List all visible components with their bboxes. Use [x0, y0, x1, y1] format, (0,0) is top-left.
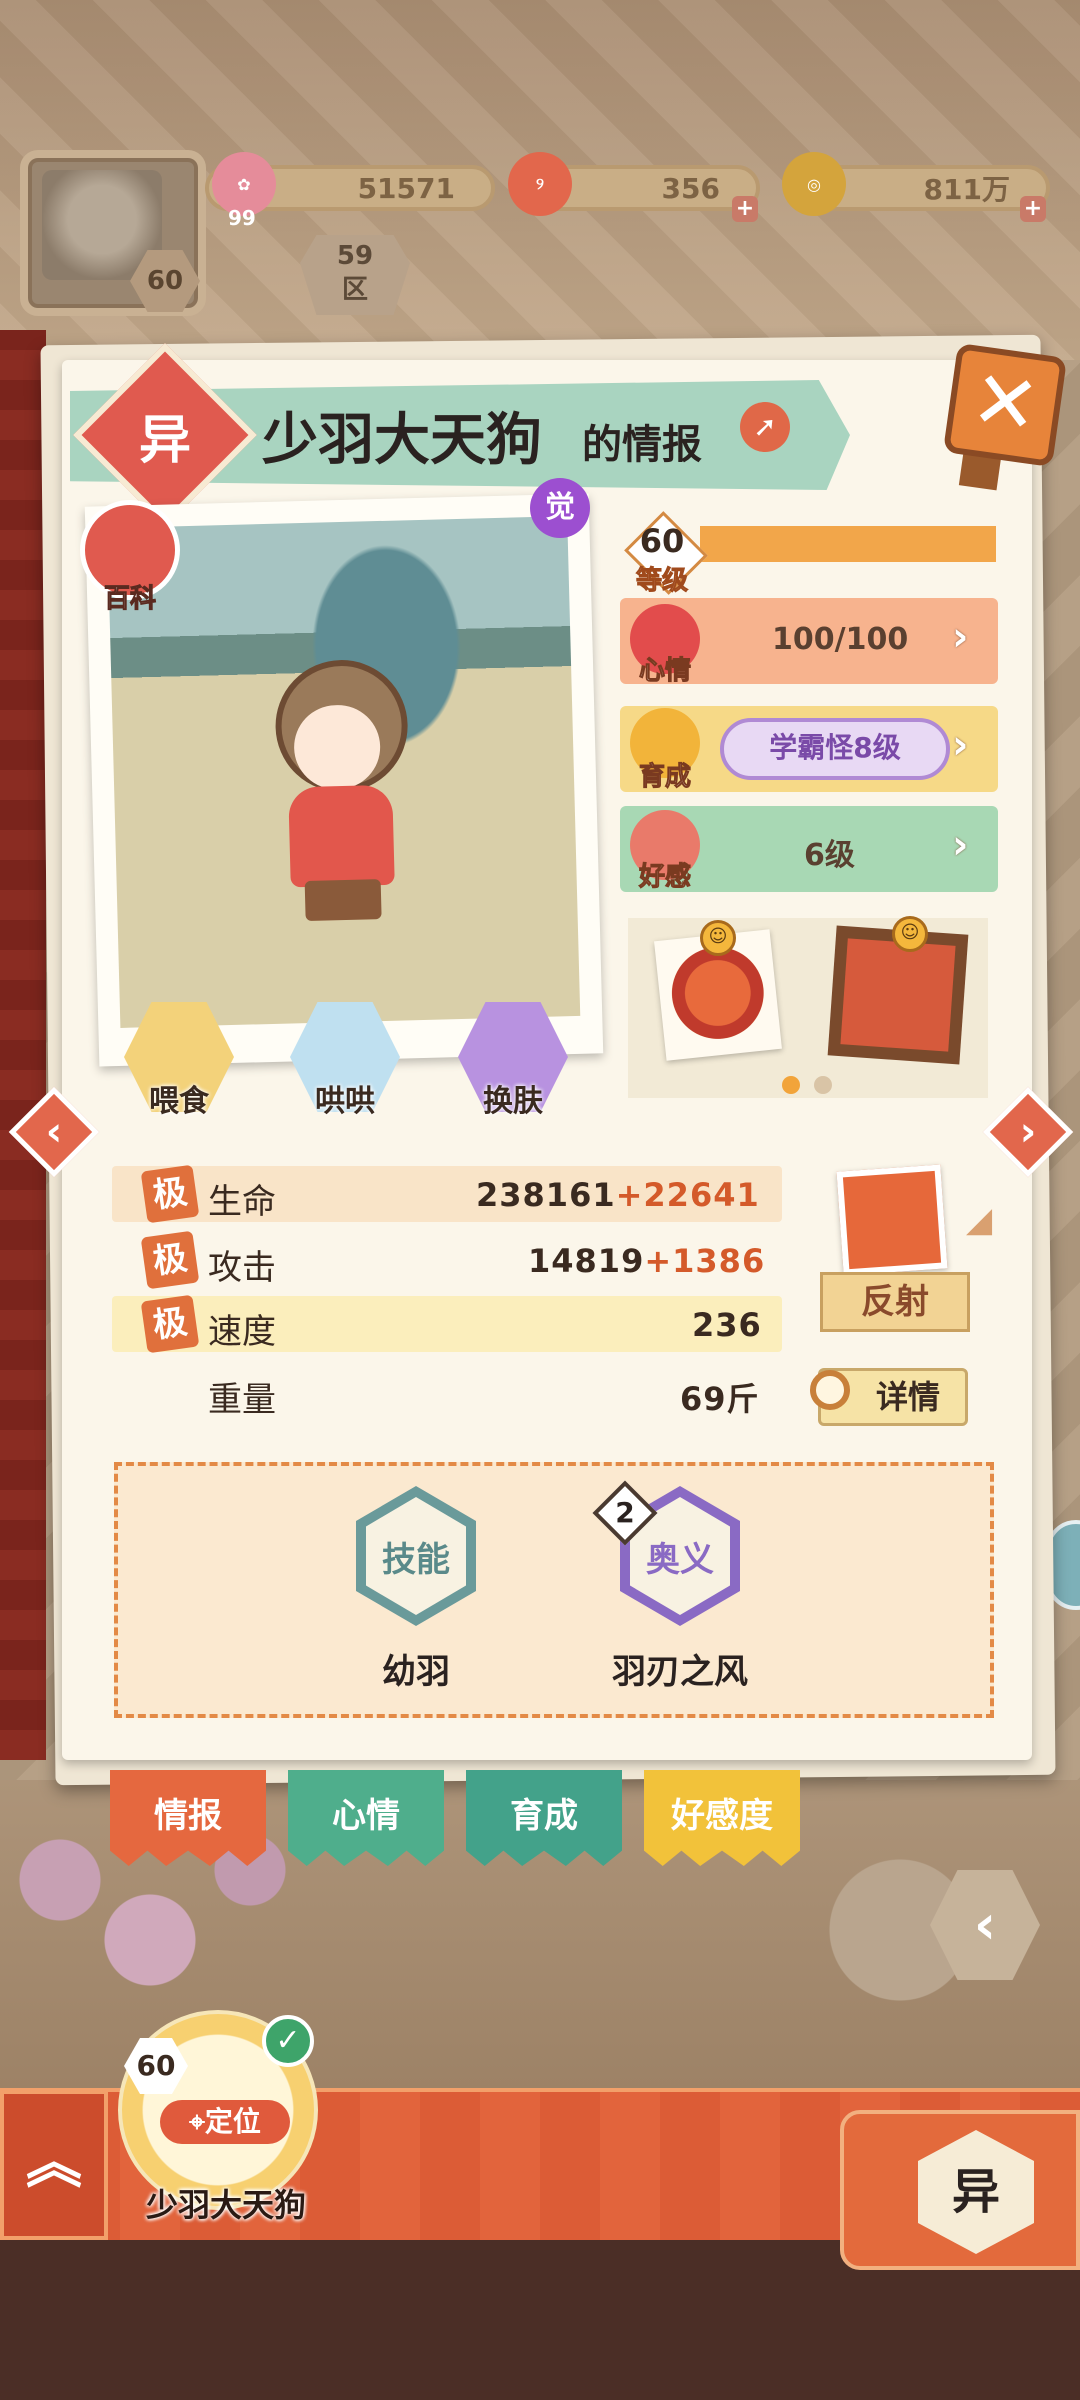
attribute-name: 重量 — [208, 1380, 276, 1420]
attribute-value: 69斤 — [680, 1380, 760, 1418]
attribute-bonus: +22641 — [615, 1176, 760, 1214]
mood-value: 100/100 — [772, 622, 909, 657]
skin-label: 换肤 — [483, 1084, 543, 1119]
attribute-base: 238161 — [476, 1176, 616, 1214]
encyclopedia-label: 百科 — [103, 584, 156, 615]
feed-label: 喂食 — [149, 1084, 209, 1119]
skills-panel — [114, 1462, 994, 1718]
title-suffix: 的情报 — [582, 422, 702, 468]
close-button[interactable]: ✕ — [942, 342, 1068, 468]
attribute-name: 攻击 — [208, 1248, 276, 1288]
locate-label: 定位 — [204, 2105, 261, 2138]
magatama-icon: ୨ — [508, 152, 572, 216]
level-value: 60 — [639, 522, 685, 560]
coax-label: 哄哄 — [315, 1084, 375, 1119]
expand-up-button[interactable]: ︽ — [0, 2090, 108, 2240]
chevron-right-icon: › — [1019, 1109, 1037, 1155]
skill-type-label: 技能 — [366, 1497, 466, 1615]
type-char: 异 — [138, 410, 191, 471]
grade-badge: 极 — [140, 1230, 200, 1290]
attribute-row-attack: 极 攻击 14819+1386 — [112, 1230, 782, 1290]
region-badge[interactable]: 59 区 — [300, 235, 410, 315]
compass-icon[interactable]: ➚ — [740, 402, 790, 452]
coin-icon: ◎ — [782, 152, 846, 216]
smile-icon: ☺ — [892, 916, 928, 952]
attribute-value: 236 — [692, 1306, 762, 1344]
ultimate-name: 羽刃之风 — [612, 1652, 748, 1692]
affection-chevron-icon: › — [952, 822, 969, 868]
trait-label[interactable]: 反射 — [820, 1272, 970, 1332]
attribute-base: 14819 — [528, 1242, 645, 1280]
level-label: 等级 — [635, 566, 688, 597]
add-coin-button[interactable]: + — [1020, 196, 1046, 222]
background-red-panel — [0, 330, 46, 1760]
attribute-value: 238161+22641 — [476, 1176, 760, 1214]
attribute-name: 速度 — [208, 1312, 276, 1352]
region-number: 59 — [336, 241, 374, 271]
flower-badge: 99 — [228, 206, 256, 230]
reflect-trait-icon[interactable] — [836, 1164, 948, 1276]
selected-monster-name: 少羽大天狗 — [145, 2186, 306, 2224]
chevron-left-icon: ‹ — [45, 1109, 63, 1155]
level-bar — [700, 526, 996, 562]
awaken-badge[interactable]: 觉 — [530, 478, 590, 538]
page-dot[interactable] — [814, 1076, 832, 1094]
affection-label: 好感 — [638, 862, 691, 893]
page-dot-active[interactable] — [782, 1076, 800, 1094]
mood-chevron-icon: › — [952, 614, 969, 660]
shuriken-icon: ◢ — [966, 1200, 993, 1240]
chibi-body — [288, 784, 395, 888]
attribute-bonus: +1386 — [644, 1242, 766, 1280]
location-pin-icon: ⌖ — [189, 2105, 205, 2138]
magnifier-icon — [810, 1370, 850, 1410]
attribute-row-speed: 极 速度 236 — [112, 1294, 782, 1354]
ultimate-level: 2 — [615, 1496, 635, 1529]
skill-name: 幼羽 — [382, 1652, 450, 1692]
attribute-row-weight: 重量 69斤 — [112, 1364, 782, 1420]
affection-value: 6级 — [804, 838, 855, 873]
locate-button[interactable]: ⌖定位 — [160, 2100, 290, 2144]
attribute-value: 14819+1386 — [528, 1242, 765, 1280]
mood-label: 心情 — [638, 656, 691, 687]
grade-badge: 极 — [140, 1294, 200, 1354]
smile-icon: ☺ — [700, 920, 736, 956]
grade-badge: 极 — [140, 1164, 200, 1224]
attribute-row-hp: 极 生命 238161+22641 — [112, 1164, 782, 1224]
region-label: 区 — [341, 275, 368, 305]
attribute-name: 生命 — [208, 1182, 276, 1222]
chibi-legs — [304, 879, 382, 922]
monster-name: 少羽大天狗 — [262, 408, 542, 473]
growth-label: 育成 — [638, 762, 691, 793]
add-magatama-button[interactable]: + — [732, 196, 758, 222]
growth-title-badge: 学霸怪8级 — [720, 718, 950, 780]
check-icon: ✓ — [262, 2015, 314, 2067]
growth-chevron-icon: › — [952, 722, 969, 768]
